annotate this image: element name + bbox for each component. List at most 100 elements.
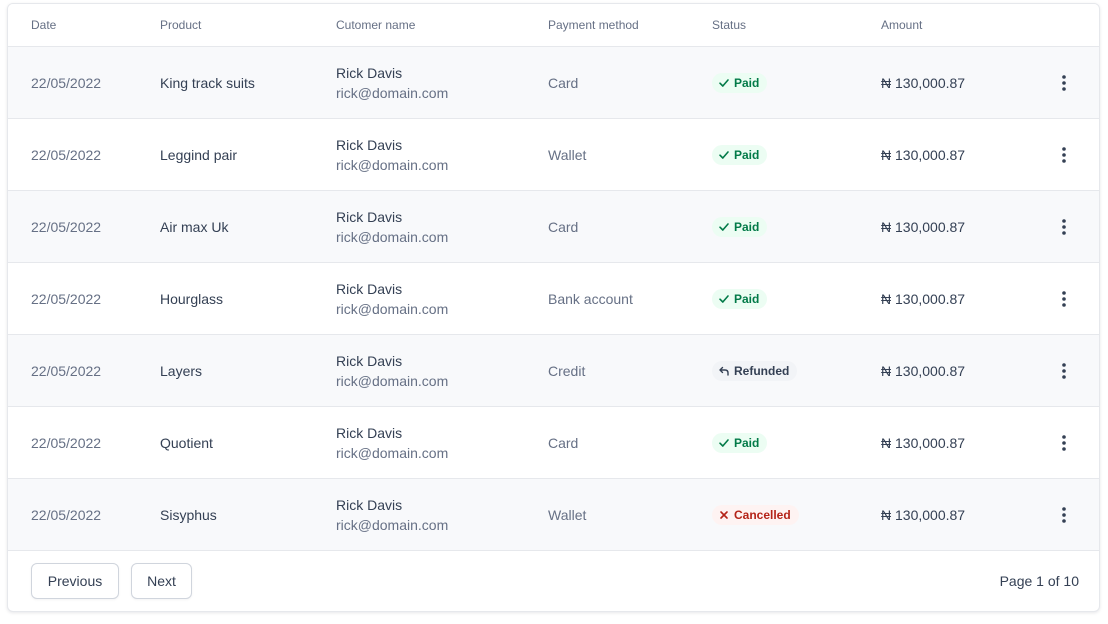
transactions-table-card: Date Product Cutomer name Payment method… bbox=[7, 3, 1100, 612]
status-badge-paid: Paid bbox=[712, 144, 768, 165]
column-header-customer-name[interactable]: Cutomer name bbox=[336, 4, 415, 46]
table-row[interactable]: 22/05/2022 Air max Uk Rick Davis rick@do… bbox=[8, 191, 1099, 263]
row-status: Paid bbox=[712, 263, 768, 334]
status-label: Cancelled bbox=[734, 507, 791, 522]
row-actions bbox=[1052, 479, 1076, 550]
row-payment-method: Wallet bbox=[548, 506, 587, 523]
row-date: 22/05/2022 bbox=[31, 506, 102, 523]
table-row[interactable]: 22/05/2022 Hourglass Rick Davis rick@dom… bbox=[8, 263, 1099, 335]
row-product: Layers bbox=[160, 362, 203, 379]
more-vertical-icon[interactable] bbox=[1052, 431, 1076, 455]
row-payment-method: Credit bbox=[548, 362, 586, 379]
row-payment-method: Bank account bbox=[548, 290, 633, 307]
column-header-amount[interactable]: Amount bbox=[881, 4, 922, 46]
customer-name: Rick Davis bbox=[336, 424, 403, 441]
more-vertical-icon[interactable] bbox=[1052, 359, 1076, 383]
row-customer: Rick Davis rick@domain.com bbox=[336, 191, 448, 262]
customer-email: rick@domain.com bbox=[336, 228, 449, 245]
check-icon bbox=[718, 77, 730, 89]
customer-email: rick@domain.com bbox=[336, 300, 449, 317]
customer-name: Rick Davis bbox=[336, 136, 403, 153]
more-vertical-icon[interactable] bbox=[1052, 503, 1076, 527]
pagination-bar: Previous Next Page 1 of 10 bbox=[8, 551, 1099, 611]
status-label: Paid bbox=[734, 75, 760, 90]
row-actions bbox=[1052, 263, 1076, 334]
row-amount: ₦ 130,000.87 bbox=[881, 434, 966, 451]
status-badge-paid: Paid bbox=[712, 72, 768, 93]
row-product: Air max Uk bbox=[160, 218, 229, 235]
next-page-button[interactable]: Next bbox=[131, 563, 192, 599]
row-product: Quotient bbox=[160, 434, 213, 451]
table-body: 22/05/2022 King track suits Rick Davis r… bbox=[8, 47, 1099, 551]
row-date: 22/05/2022 bbox=[31, 362, 102, 379]
status-badge-paid: Paid bbox=[712, 288, 768, 309]
row-customer: Rick Davis rick@domain.com bbox=[336, 335, 448, 406]
customer-email: rick@domain.com bbox=[336, 372, 449, 389]
row-actions bbox=[1052, 407, 1076, 478]
x-icon bbox=[718, 509, 730, 521]
table-header: Date Product Cutomer name Payment method… bbox=[8, 4, 1099, 47]
row-amount: ₦ 130,000.87 bbox=[881, 506, 966, 523]
customer-email: rick@domain.com bbox=[336, 84, 449, 101]
row-date: 22/05/2022 bbox=[31, 146, 102, 163]
table-row[interactable]: 22/05/2022 Quotient Rick Davis rick@doma… bbox=[8, 407, 1099, 479]
status-badge-paid: Paid bbox=[712, 216, 768, 237]
more-vertical-icon[interactable] bbox=[1052, 215, 1076, 239]
table-row[interactable]: 22/05/2022 Leggind pair Rick Davis rick@… bbox=[8, 119, 1099, 191]
row-payment-method: Card bbox=[548, 434, 579, 451]
status-label: Refunded bbox=[734, 363, 790, 378]
status-badge-paid: Paid bbox=[712, 432, 768, 453]
status-label: Paid bbox=[734, 219, 760, 234]
row-actions bbox=[1052, 47, 1076, 118]
row-status: Cancelled bbox=[712, 479, 799, 550]
status-badge-cancelled: Cancelled bbox=[712, 504, 799, 525]
column-header-product[interactable]: Product bbox=[160, 4, 201, 46]
column-header-date[interactable]: Date bbox=[31, 4, 56, 46]
more-vertical-icon[interactable] bbox=[1052, 143, 1076, 167]
customer-email: rick@domain.com bbox=[336, 516, 449, 533]
row-date: 22/05/2022 bbox=[31, 218, 102, 235]
row-date: 22/05/2022 bbox=[31, 74, 102, 91]
check-icon bbox=[718, 221, 730, 233]
row-payment-method: Card bbox=[548, 74, 579, 91]
previous-page-button[interactable]: Previous bbox=[31, 563, 119, 599]
row-date: 22/05/2022 bbox=[31, 290, 102, 307]
row-customer: Rick Davis rick@domain.com bbox=[336, 407, 448, 478]
table-row[interactable]: 22/05/2022 Layers Rick Davis rick@domain… bbox=[8, 335, 1099, 407]
customer-name: Rick Davis bbox=[336, 208, 403, 225]
row-product: Sisyphus bbox=[160, 506, 217, 523]
row-payment-method: Wallet bbox=[548, 146, 587, 163]
row-customer: Rick Davis rick@domain.com bbox=[336, 263, 448, 334]
row-amount: ₦ 130,000.87 bbox=[881, 146, 966, 163]
row-actions bbox=[1052, 119, 1076, 190]
row-status: Paid bbox=[712, 407, 768, 478]
row-product: Leggind pair bbox=[160, 146, 238, 163]
more-vertical-icon[interactable] bbox=[1052, 71, 1076, 95]
status-label: Paid bbox=[734, 147, 760, 162]
column-header-payment-method[interactable]: Payment method bbox=[548, 4, 639, 46]
more-vertical-icon[interactable] bbox=[1052, 287, 1076, 311]
status-label: Paid bbox=[734, 291, 760, 306]
row-status: Paid bbox=[712, 191, 768, 262]
check-icon bbox=[718, 437, 730, 449]
row-date: 22/05/2022 bbox=[31, 434, 102, 451]
row-customer: Rick Davis rick@domain.com bbox=[336, 119, 448, 190]
row-amount: ₦ 130,000.87 bbox=[881, 218, 966, 235]
customer-name: Rick Davis bbox=[336, 352, 403, 369]
table-row[interactable]: 22/05/2022 King track suits Rick Davis r… bbox=[8, 47, 1099, 119]
row-amount: ₦ 130,000.87 bbox=[881, 362, 966, 379]
table-row[interactable]: 22/05/2022 Sisyphus Rick Davis rick@doma… bbox=[8, 479, 1099, 551]
row-amount: ₦ 130,000.87 bbox=[881, 74, 966, 91]
customer-name: Rick Davis bbox=[336, 64, 403, 81]
undo-arrow-icon bbox=[718, 365, 730, 377]
row-customer: Rick Davis rick@domain.com bbox=[336, 479, 448, 550]
row-product: King track suits bbox=[160, 74, 255, 91]
status-label: Paid bbox=[734, 435, 760, 450]
row-amount: ₦ 130,000.87 bbox=[881, 290, 966, 307]
row-status: Paid bbox=[712, 119, 768, 190]
row-actions bbox=[1052, 191, 1076, 262]
check-icon bbox=[718, 149, 730, 161]
column-header-status[interactable]: Status bbox=[712, 4, 746, 46]
customer-name: Rick Davis bbox=[336, 280, 403, 297]
row-actions bbox=[1052, 335, 1076, 406]
